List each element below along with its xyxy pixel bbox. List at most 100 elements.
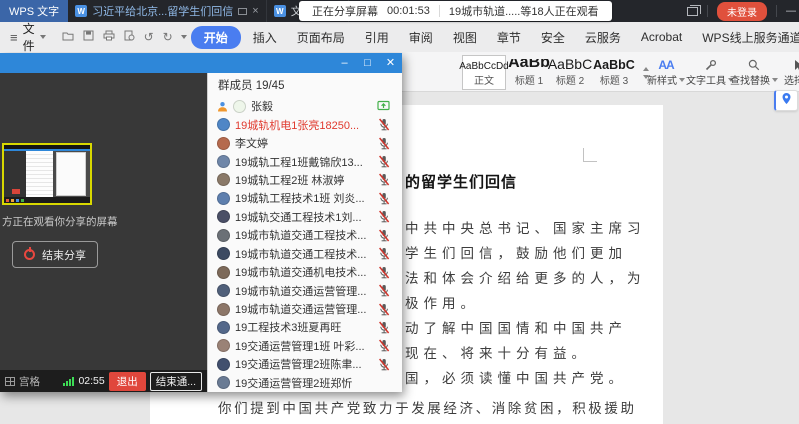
member-name: 19城轨工程2班 林淑婷 [235, 172, 344, 188]
qat-more-icon[interactable] [181, 35, 187, 39]
member-row[interactable]: 19城市轨道交通机电技术... [208, 263, 402, 281]
mic-muted-icon[interactable] [378, 339, 390, 352]
share-preview-thumbnail[interactable] [2, 143, 92, 205]
open-icon[interactable] [62, 30, 74, 44]
ribbon-tab-审阅[interactable]: 审阅 [401, 26, 441, 49]
ribbon-tab-安全[interactable]: 安全 [533, 26, 573, 49]
member-row[interactable]: 19城轨工程技术1班 刘炎... [208, 189, 402, 207]
avatar [217, 321, 230, 334]
ribbon-tab-引用[interactable]: 引用 [357, 26, 397, 49]
file-menu-button[interactable]: ≡ 文件 [0, 20, 54, 54]
tool-文字工具[interactable]: 文字工具 [688, 55, 732, 90]
member-row[interactable]: 19城轨机电1张亮18250... [208, 115, 402, 133]
ribbon-tab-云服务[interactable]: 云服务 [577, 26, 629, 49]
avatar [217, 376, 230, 389]
close-icon[interactable]: ✕ [379, 53, 402, 73]
member-row[interactable]: 李文婷 [208, 134, 402, 152]
call-window-titlebar[interactable]: – □ ✕ [0, 53, 402, 73]
tool-label: 选择 [784, 72, 799, 87]
avatar [217, 339, 230, 352]
member-name: 19城轨机电1张亮18250... [235, 117, 359, 133]
divider [707, 5, 708, 17]
screen-share-status-bar[interactable]: 正在分享屏幕 00:01:53 19城市轨道.....等18人正在观看 [299, 1, 612, 21]
mic-muted-icon[interactable] [378, 247, 390, 260]
grid-view-icon[interactable] [5, 377, 15, 386]
minimize-icon[interactable]: — [786, 5, 796, 17]
style-item[interactable]: AaBbCcDd正文 [462, 55, 506, 90]
ribbon-tab-插入[interactable]: 插入 [245, 26, 285, 49]
mic-muted-icon[interactable] [378, 229, 390, 242]
pin-tab-icon[interactable] [238, 8, 247, 15]
style-item[interactable]: AaBbC标题 3 [588, 55, 640, 90]
mic-muted-icon[interactable] [378, 118, 390, 131]
mic-muted-icon[interactable] [378, 210, 390, 223]
tab-document-1[interactable]: W 习近平给北京...留学生们回信 × [68, 0, 267, 22]
print-icon[interactable] [103, 30, 115, 44]
member-row[interactable]: 19城市轨道交通工程技术... [208, 226, 402, 244]
member-row[interactable]: 19交通运营管理1班 叶彩... [208, 337, 402, 355]
navigation-pane-button[interactable] [774, 90, 798, 111]
maximize-icon[interactable]: □ [356, 53, 379, 73]
new-style-icon: AA [658, 58, 673, 72]
ribbon-tab-视图[interactable]: 视图 [445, 26, 485, 49]
member-row[interactable]: 19城轨交通工程技术1刘... [208, 208, 402, 226]
close-tab-icon[interactable]: × [252, 5, 258, 17]
ribbon-tab-Acrobat[interactable]: Acrobat [633, 27, 690, 47]
style-item[interactable]: AaBb标题 1 [506, 55, 552, 90]
member-row[interactable]: 19城轨工程1班戴锦欣13... [208, 152, 402, 170]
grid-view-label[interactable]: 宫格 [19, 374, 40, 389]
document-line: 你们提到中国共产党致力于发展经济、消除贫困，积极援助 [218, 397, 637, 417]
mic-muted-icon[interactable] [378, 284, 390, 297]
member-row[interactable]: 19交通运营管理2班陈聿... [208, 355, 402, 373]
tab-wps-home[interactable]: WPS 文字 [0, 0, 68, 22]
redo-icon[interactable]: ↻ [163, 31, 173, 43]
member-row[interactable]: 19城市轨道交通工程技术... [208, 245, 402, 263]
mic-muted-icon[interactable] [378, 321, 390, 334]
login-button[interactable]: 未登录 [717, 2, 767, 21]
member-panel: 群成员 19/45 张毅19城轨机电1张亮18250...李文婷19城轨工程1班… [207, 73, 402, 392]
wps-writer-icon: W [75, 5, 87, 17]
exit-button[interactable]: 退出 [109, 372, 146, 391]
ribbon-tab-章节[interactable]: 章节 [489, 26, 529, 49]
tab-title: 习近平给北京...留学生们回信 [92, 3, 233, 19]
member-row[interactable]: 19交通运营管理2班郑忻 [208, 374, 402, 392]
ribbon-tab-开始[interactable]: 开始 [191, 26, 241, 49]
tool-新样式[interactable]: AA新样式 [644, 55, 688, 90]
mic-muted-icon[interactable] [378, 266, 390, 279]
end-call-button[interactable]: 结束通... [150, 372, 202, 391]
mic-muted-icon[interactable] [378, 303, 390, 316]
member-name: 19城市轨道交通运营管理... [235, 283, 366, 299]
member-name: 19城市轨道交通工程技术... [235, 246, 366, 262]
restore-window-icon[interactable] [687, 7, 698, 16]
ribbon-tab-WPS线上服务通道[interactable]: WPS线上服务通道 [694, 26, 799, 49]
member-row[interactable]: 张毅 [208, 97, 402, 115]
divider [776, 5, 777, 17]
call-timer: 02:55 [78, 375, 104, 387]
end-share-button[interactable]: 结束分享 [12, 241, 98, 268]
member-row[interactable]: 19城市轨道交通运营管理... [208, 300, 402, 318]
mic-muted-icon[interactable] [378, 155, 390, 168]
document-line: 学生们回信，鼓励他们更加 [405, 242, 627, 262]
mic-muted-icon[interactable] [378, 173, 390, 186]
style-item[interactable]: AaBbC标题 2 [552, 55, 588, 90]
member-name: 张毅 [251, 98, 273, 114]
print-preview-icon[interactable] [124, 30, 135, 44]
mic-muted-icon[interactable] [378, 192, 390, 205]
member-row[interactable]: 19城轨工程2班 林淑婷 [208, 171, 402, 189]
mic-muted-icon[interactable] [378, 358, 390, 371]
avatar [217, 229, 230, 242]
member-row[interactable]: 19城市轨道交通运营管理... [208, 281, 402, 299]
tool-选择[interactable]: 选择 [776, 55, 799, 90]
location-pin-icon [781, 92, 792, 110]
ribbon-tab-页面布局[interactable]: 页面布局 [289, 26, 353, 49]
undo-icon[interactable]: ↺ [144, 31, 154, 43]
member-name: 19城轨工程技术1班 刘炎... [235, 190, 365, 206]
member-row[interactable]: 19工程技术3班夏再旺 [208, 318, 402, 336]
mic-muted-icon[interactable] [378, 137, 390, 150]
save-icon[interactable] [83, 30, 94, 44]
ribbon-tabs: 开始插入页面布局引用审阅视图章节安全云服务AcrobatWPS线上服务通道有道翻… [191, 26, 799, 49]
minimize-icon[interactable]: – [333, 53, 356, 73]
document-line: 动了解中国国情和中国共产 [405, 317, 627, 337]
tool-查找替换[interactable]: 查找替换 [732, 55, 776, 90]
style-preview: AaBb [508, 59, 550, 72]
